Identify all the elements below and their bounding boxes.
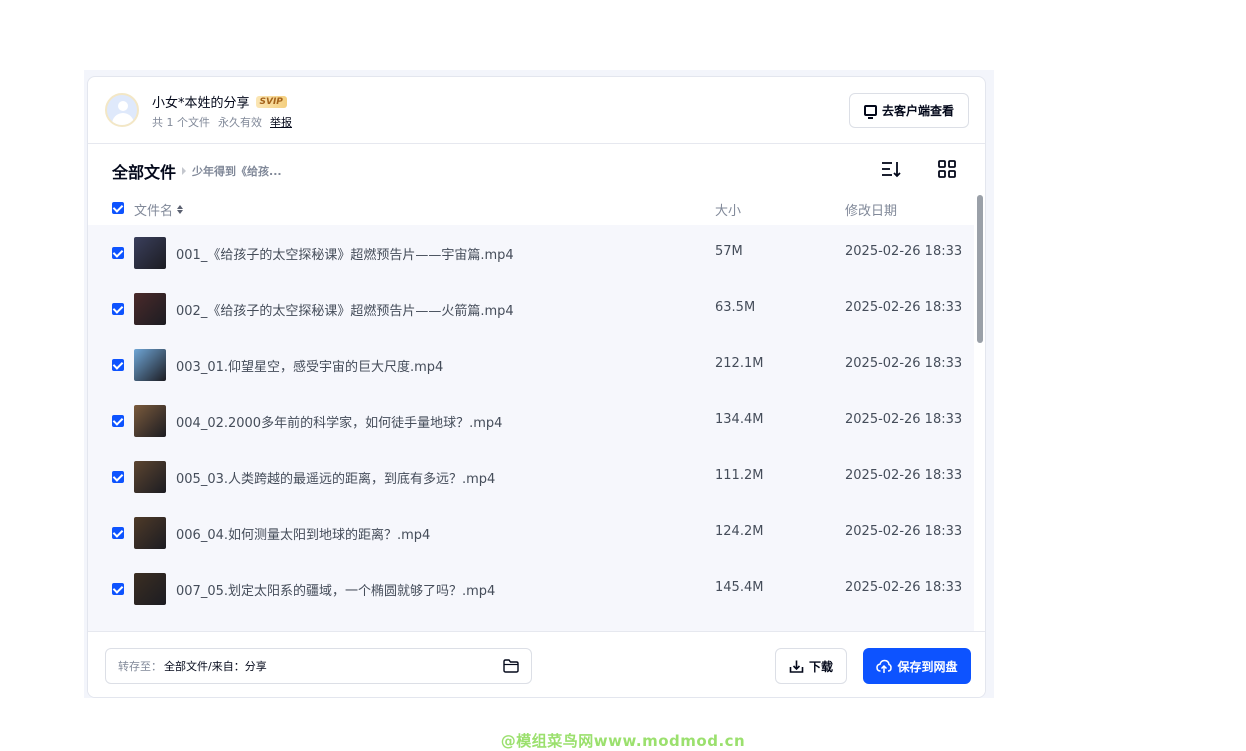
watermark: @模组菜鸟网www.modmod.cn: [500, 732, 746, 750]
video-thumbnail: [134, 405, 166, 437]
open-client-label: 去客户端查看: [881, 104, 954, 118]
download-label: 下载: [808, 659, 833, 674]
share-meta: 共 1 个文件 永久有效 举报: [152, 114, 292, 130]
row-checkbox[interactable]: [112, 471, 124, 483]
destination-value: 全部文件/来自：分享: [164, 660, 267, 673]
table-row[interactable]: 002_《给孩子的太空探秘课》超燃预告片——火箭篇.mp4 63.5M 2025…: [88, 281, 974, 337]
file-size: 63.5M: [715, 300, 756, 315]
table-row[interactable]: 006_04.如何测量太阳到地球的距离？.mp4 124.2M 2025-02-…: [88, 505, 974, 561]
file-count: 共 1 个文件: [152, 116, 210, 129]
column-name-label: 文件名: [134, 204, 174, 219]
sort-arrows-icon: [177, 205, 184, 214]
sharer-name: 小女*本姓的分享: [152, 96, 250, 111]
validity: 永久有效: [218, 116, 262, 129]
file-date: 2025-02-26 18:33: [845, 244, 963, 259]
file-list: 001_《给孩子的太空探秘课》超燃预告片——宇宙篇.mp4 57M 2025-0…: [88, 225, 974, 631]
table-header: 文件名 大小 修改日期: [88, 195, 974, 223]
svip-badge: SVIP: [255, 95, 287, 108]
video-thumbnail: [134, 461, 166, 493]
breadcrumb-current[interactable]: 少年得到《给孩...: [192, 163, 282, 179]
sort-icon[interactable]: [881, 159, 901, 179]
row-checkbox[interactable]: [112, 527, 124, 539]
breadcrumb-separator-icon: [182, 167, 187, 175]
row-checkbox[interactable]: [112, 247, 124, 259]
row-checkbox[interactable]: [112, 415, 124, 427]
video-thumbnail: [134, 349, 166, 381]
video-thumbnail: [134, 573, 166, 605]
select-all-checkbox[interactable]: [112, 202, 124, 214]
file-date: 2025-02-26 18:33: [845, 524, 963, 539]
row-checkbox[interactable]: [112, 359, 124, 371]
row-checkbox[interactable]: [112, 303, 124, 315]
file-name[interactable]: 004_02.2000多年前的科学家，如何徒手量地球？.mp4: [176, 412, 502, 431]
table-row[interactable]: 005_03.人类跨越的最遥远的距离，到底有多远？.mp4 111.2M 202…: [88, 449, 974, 505]
file-name[interactable]: 007_05.划定太阳系的疆域，一个椭圆就够了吗？.mp4: [176, 580, 495, 599]
share-header: 小女*本姓的分享 SVIP 共 1 个文件 永久有效 举报 去客户端查看: [88, 77, 985, 144]
file-name[interactable]: 003_01.仰望星空，感受宇宙的巨大尺度.mp4: [176, 356, 443, 375]
grid-view-icon[interactable]: [937, 159, 957, 179]
report-link[interactable]: 举报: [270, 114, 292, 130]
video-thumbnail: [134, 517, 166, 549]
action-footer: 转存至： 全部文件/来自：分享 下载 保存到网盘: [88, 631, 985, 697]
column-date: 修改日期: [845, 204, 898, 219]
cloud-upload-icon: [876, 659, 893, 673]
save-to-cloud-button[interactable]: 保存到网盘: [863, 648, 971, 684]
file-size: 124.2M: [715, 524, 764, 539]
file-size: 212.1M: [715, 356, 764, 371]
sharer-title: 小女*本姓的分享 SVIP: [152, 92, 287, 111]
file-date: 2025-02-26 18:33: [845, 468, 963, 483]
table-row[interactable]: 001_《给孩子的太空探秘课》超燃预告片——宇宙篇.mp4 57M 2025-0…: [88, 225, 974, 281]
file-date: 2025-02-26 18:33: [845, 412, 963, 427]
file-date: 2025-02-26 18:33: [845, 580, 963, 595]
file-name[interactable]: 002_《给孩子的太空探秘课》超燃预告片——火箭篇.mp4: [176, 300, 514, 319]
save-destination-field[interactable]: 转存至： 全部文件/来自：分享: [105, 648, 532, 684]
file-size: 134.4M: [715, 412, 764, 427]
scrollbar-thumb[interactable]: [977, 195, 983, 343]
download-icon: [789, 660, 804, 673]
save-label: 保存到网盘: [897, 659, 958, 674]
share-panel: 小女*本姓的分享 SVIP 共 1 个文件 永久有效 举报 去客户端查看 全部文…: [87, 76, 986, 698]
table-row[interactable]: 007_05.划定太阳系的疆域，一个椭圆就够了吗？.mp4 145.4M 202…: [88, 561, 974, 617]
file-size: 57M: [715, 244, 743, 259]
list-scrollbar[interactable]: [976, 195, 984, 631]
destination-label: 转存至：: [118, 660, 162, 673]
file-name[interactable]: 001_《给孩子的太空探秘课》超燃预告片——宇宙篇.mp4: [176, 244, 514, 263]
column-size: 大小: [715, 204, 742, 219]
monitor-icon: [863, 105, 877, 119]
file-date: 2025-02-26 18:33: [845, 356, 963, 371]
file-name[interactable]: 006_04.如何测量太阳到地球的距离？.mp4: [176, 524, 430, 543]
folder-icon[interactable]: [503, 659, 519, 673]
row-checkbox[interactable]: [112, 583, 124, 595]
video-thumbnail: [134, 237, 166, 269]
column-name[interactable]: 文件名: [134, 200, 184, 219]
video-thumbnail: [134, 293, 166, 325]
file-size: 111.2M: [715, 468, 764, 483]
download-button[interactable]: 下载: [775, 648, 847, 684]
open-client-button[interactable]: 去客户端查看: [849, 93, 969, 128]
table-row[interactable]: 004_02.2000多年前的科学家，如何徒手量地球？.mp4 134.4M 2…: [88, 393, 974, 449]
file-date: 2025-02-26 18:33: [845, 300, 963, 315]
breadcrumb-root[interactable]: 全部文件: [112, 159, 176, 183]
file-name[interactable]: 005_03.人类跨越的最遥远的距离，到底有多远？.mp4: [176, 468, 495, 487]
file-size: 145.4M: [715, 580, 764, 595]
table-row[interactable]: 003_01.仰望星空，感受宇宙的巨大尺度.mp4 212.1M 2025-02…: [88, 337, 974, 393]
avatar: [105, 93, 139, 127]
breadcrumb: 全部文件 少年得到《给孩...: [112, 159, 282, 183]
